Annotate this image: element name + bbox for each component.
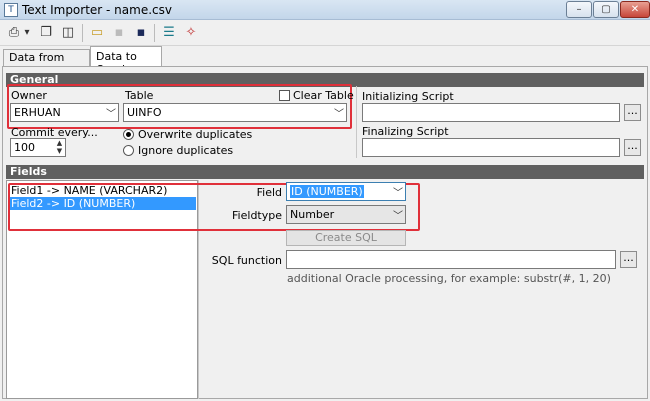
database-icon[interactable]: ☰ [159,24,179,42]
finalizing-script-browse-button[interactable]: ... [624,139,641,156]
overwrite-duplicates-label: Overwrite duplicates [138,128,253,141]
chevron-down-icon: ﹀ [106,109,116,120]
initializing-script-input[interactable] [362,103,620,122]
save-disabled-icon: ▪ [114,25,124,40]
fieldtype-value: Number [290,208,335,221]
create-sql-button[interactable]: Create SQL [286,230,406,246]
tab-data-from-textfile[interactable]: Data from Textfile [3,49,90,77]
fieldtype-label: Fieldtype [232,209,282,222]
vertical-divider [356,86,357,158]
spinner-arrows-icon[interactable]: ▲ ▼ [55,139,64,155]
toolbar-separator [82,24,83,42]
field-select[interactable]: ID (NUMBER) ﹀ [286,182,406,201]
window-title: Text Importer - name.csv [22,3,172,17]
owner-select[interactable]: ERHUAN ﹀ [10,103,119,122]
overwrite-duplicates-radio[interactable] [123,129,134,140]
close-button[interactable]: ✕ [620,1,650,18]
table-value: UINFO [127,106,162,119]
sql-function-browse-button[interactable]: ... [620,251,637,268]
new-icon[interactable]: ◫ [58,24,78,42]
toolbar-separator [154,24,155,42]
table-select[interactable]: UINFO ﹀ [123,103,347,122]
field-value: ID (NUMBER) [290,185,364,198]
sql-function-label: SQL function [211,254,282,267]
sql-function-hint: additional Oracle processing, for exampl… [287,272,611,285]
finalizing-script-input[interactable] [362,138,620,157]
initializing-script-label: Initializing Script [362,90,454,103]
clear-table-checkbox[interactable] [279,90,290,101]
commit-every-spinner[interactable]: 100 ▲ ▼ [10,138,66,157]
maximize-button[interactable]: ▢ [593,1,619,18]
owner-value: ERHUAN [14,106,61,119]
tab-data-to-oracle[interactable]: Data to Oracle [90,46,162,76]
table-label: Table [125,89,154,102]
commit-value: 100 [14,141,35,154]
open-folder-icon[interactable]: ▭ [87,24,107,42]
save-icon[interactable]: ▪ [131,24,151,42]
chevron-down-icon: ﹀ [393,188,403,199]
fieldtype-select[interactable]: Number ﹀ [286,205,406,224]
fields-section-header: Fields [6,165,644,179]
owner-label: Owner [11,89,47,102]
clear-table-label: Clear Table [293,89,354,102]
sql-function-input[interactable] [286,250,616,269]
app-icon: T [4,3,18,17]
chevron-down-icon: ﹀ [334,109,344,120]
magic-wand-icon[interactable]: ✧ [181,24,201,42]
dropdown-arrow-icon[interactable]: ▾ [22,24,32,42]
finalizing-script-label: Finalizing Script [362,125,449,138]
field-label: Field [256,186,282,199]
chevron-down-icon: ﹀ [393,211,403,222]
ignore-duplicates-label: Ignore duplicates [138,144,234,157]
copy-icon[interactable]: ❐ [36,24,56,42]
minimize-button[interactable]: – [566,1,592,18]
printer-icon[interactable]: ⎙ [4,24,24,42]
ignore-duplicates-radio[interactable] [123,145,134,156]
initializing-script-browse-button[interactable]: ... [624,104,641,121]
